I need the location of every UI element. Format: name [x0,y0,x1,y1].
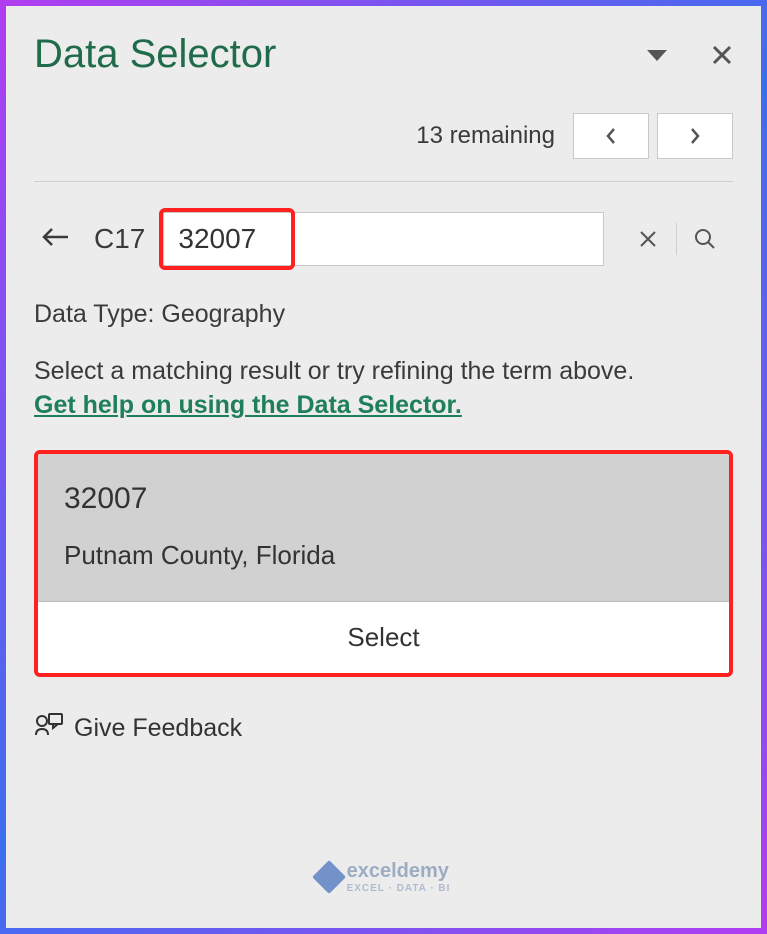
help-link[interactable]: Get help on using the Data Selector. [34,391,733,420]
watermark: exceldemy EXCEL · DATA · BI [317,860,451,894]
panel-title: Data Selector [34,32,276,77]
result-info[interactable]: 32007 Putnam County, Florida [38,454,729,602]
task-pane-options-icon[interactable] [647,48,667,62]
select-button[interactable]: Select [38,602,729,673]
search-container [163,212,604,266]
nav-buttons [573,113,733,159]
frame-border: Data Selector 13 remaining [0,0,767,934]
back-arrow-icon[interactable] [34,219,76,260]
clear-search-icon[interactable] [620,212,676,266]
result-title: 32007 [64,482,703,516]
header-controls [647,44,733,66]
feedback-icon [34,711,64,746]
close-icon[interactable] [711,44,733,66]
next-button[interactable] [657,113,733,159]
feedback-link[interactable]: Give Feedback [34,711,733,746]
watermark-logo-icon [312,860,346,894]
result-subtitle: Putnam County, Florida [64,540,703,571]
cell-reference: C17 [94,223,145,255]
data-type-label: Data Type: Geography [34,300,733,329]
panel-header: Data Selector [34,32,733,77]
search-row: C17 [34,212,733,266]
result-card: 32007 Putnam County, Florida Select [34,450,733,677]
instruction-text: Select a matching result or try refining… [34,353,733,389]
search-icon[interactable] [677,212,733,266]
remaining-row: 13 remaining [34,113,733,159]
search-input[interactable] [163,212,604,266]
feedback-label: Give Feedback [74,714,242,743]
remaining-count: 13 remaining [416,122,555,150]
data-selector-panel: Data Selector 13 remaining [6,6,761,928]
prev-button[interactable] [573,113,649,159]
search-actions [620,212,733,266]
watermark-brand: exceldemy [347,860,449,882]
watermark-tag: EXCEL · DATA · BI [347,883,451,894]
divider [34,181,733,182]
